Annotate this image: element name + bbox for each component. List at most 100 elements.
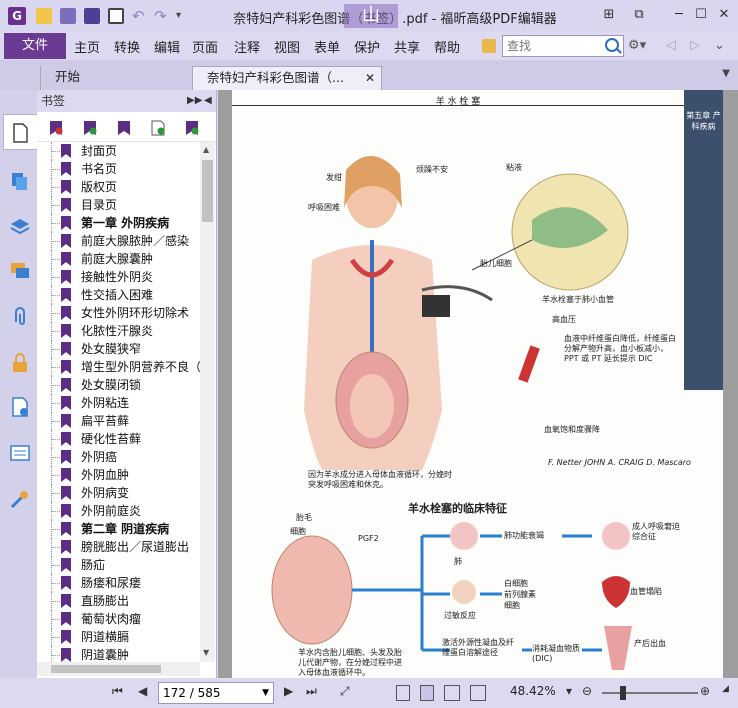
scroll-down-icon[interactable]: ▼	[203, 648, 209, 657]
page-number-field[interactable]: 172 / 585 ▼	[158, 682, 274, 704]
panel-collapse-icon[interactable]: ◀	[204, 90, 212, 112]
security-lock-icon[interactable]	[9, 352, 31, 374]
bookmark-item[interactable]: 膀胱膨出／尿道膨出	[37, 538, 200, 556]
app-logo-icon[interactable]: G	[8, 7, 26, 25]
comments-panel-icon[interactable]	[9, 260, 31, 282]
delete-bookmark-icon[interactable]	[49, 120, 63, 136]
page-dropdown-icon[interactable]: ▼	[262, 683, 269, 703]
save-icon[interactable]	[60, 8, 76, 24]
bookmark-item[interactable]: 肠疝	[37, 556, 200, 574]
bookmark-item[interactable]: 目录页	[37, 196, 200, 214]
menu-edit[interactable]: 编辑	[154, 37, 180, 56]
signatures-panel-icon[interactable]	[9, 396, 31, 418]
find-tool-icon[interactable]	[482, 39, 496, 53]
attachments-panel-icon[interactable]	[9, 306, 31, 328]
previous-page-icon[interactable]: ◀	[138, 684, 147, 698]
minimize-icon[interactable]: ─	[668, 5, 690, 25]
bookmark-item[interactable]: 阴道横膈	[37, 628, 200, 646]
status-bar-options-icon[interactable]: ◢	[722, 684, 729, 694]
bookmark-item[interactable]: 扁平苔藓	[37, 412, 200, 430]
search-input[interactable]	[503, 36, 599, 56]
bookmark-item[interactable]: 增生型外阴营养不良（	[37, 358, 200, 376]
tag-panel-icon[interactable]	[9, 488, 31, 510]
pdf-page[interactable]: 羊 水 栓 塞 第五章 产科疾病 发绀 烦躁不安 呼吸困难 粘液 胎儿细胞 羊水…	[232, 90, 723, 678]
bookmark-item[interactable]: 肠瘘和尿瘘	[37, 574, 200, 592]
bookmark-item[interactable]: 封面页	[37, 142, 200, 160]
menu-protect[interactable]: 保护	[354, 37, 380, 56]
bookmark-item[interactable]: 前庭大腺脓肿／感染	[37, 232, 200, 250]
menu-page[interactable]: 页面	[192, 37, 218, 56]
restore-icon[interactable]: ⧉	[628, 5, 650, 25]
bookmark-item[interactable]: 化脓性汗腺炎	[37, 322, 200, 340]
menu-convert[interactable]: 转换	[114, 37, 140, 56]
bookmark-options-icon[interactable]	[185, 120, 199, 136]
bookmark-item[interactable]: 接触性外阴炎	[37, 268, 200, 286]
zoom-in-icon[interactable]: ⊕	[700, 684, 710, 698]
bookmark-scroll-thumb[interactable]	[202, 160, 213, 222]
print-icon[interactable]	[108, 8, 124, 24]
zoom-out-icon[interactable]: ⊖	[582, 684, 592, 698]
new-bookmark-from-page-icon[interactable]	[151, 120, 165, 136]
pages-panel-icon[interactable]	[9, 170, 31, 192]
bookmark-item[interactable]: 阴道囊肿	[37, 646, 200, 662]
open-icon[interactable]	[36, 8, 52, 24]
tab-start[interactable]: 开始	[40, 66, 190, 90]
bookmark-item[interactable]: 前庭大腺囊肿	[37, 250, 200, 268]
bookmark-item[interactable]: 硬化性苔藓	[37, 430, 200, 448]
zoom-level[interactable]: 48.42%	[510, 684, 556, 698]
tab-document[interactable]: 奈特妇产科彩色图谱（... ✕	[192, 66, 382, 90]
menu-home[interactable]: 主页	[74, 37, 100, 56]
quick-access-dropdown-icon[interactable]: ▾	[176, 8, 192, 24]
back-arrow-icon[interactable]: ◁	[666, 38, 676, 53]
undo-icon[interactable]: ↶	[132, 8, 148, 24]
redo-icon[interactable]: ↷	[154, 8, 170, 24]
tab-close-icon[interactable]: ✕	[365, 67, 375, 89]
file-menu-button[interactable]: 文件	[4, 33, 66, 59]
bookmark-item[interactable]: 处女膜狭窄	[37, 340, 200, 358]
bookmark-item[interactable]: 外阴粘连	[37, 394, 200, 412]
menu-help[interactable]: 帮助	[434, 37, 460, 56]
bookmark-item[interactable]: 外阴病变	[37, 484, 200, 502]
bookmark-item[interactable]: 女性外阴环形切除术	[37, 304, 200, 322]
panel-expand-icon[interactable]: ▶▶	[187, 90, 202, 112]
layers-panel-icon[interactable]	[9, 216, 31, 238]
search-box[interactable]	[502, 35, 624, 57]
bookmark-item[interactable]: 版权页	[37, 178, 200, 196]
tab-list-dropdown-icon[interactable]: ▼	[722, 68, 730, 79]
bookmark-item[interactable]: 第二章 阴道疾病	[37, 520, 200, 538]
continuous-view-icon[interactable]	[420, 685, 434, 701]
bookmark-item[interactable]: 第一章 外阴疾病	[37, 214, 200, 232]
scroll-up-icon[interactable]: ▲	[203, 145, 209, 154]
forward-arrow-icon[interactable]: ▷	[690, 38, 700, 53]
bookmark-item[interactable]: 书名页	[37, 160, 200, 178]
single-page-view-icon[interactable]	[396, 685, 410, 701]
facing-view-icon[interactable]	[444, 685, 460, 701]
zoom-dropdown-icon[interactable]: ▾	[566, 684, 572, 698]
save-as-icon[interactable]	[84, 8, 100, 24]
menu-form[interactable]: 表单	[314, 37, 340, 56]
bookmark-item[interactable]: 外阴血肿	[37, 466, 200, 484]
close-icon[interactable]: ✕	[713, 5, 735, 25]
bookmark-panel-icon[interactable]	[9, 122, 31, 144]
zoom-slider[interactable]	[602, 692, 698, 694]
zoom-slider-handle[interactable]	[620, 686, 626, 700]
menu-view[interactable]: 视图	[274, 37, 300, 56]
menu-share[interactable]: 共享	[394, 37, 420, 56]
continuous-facing-view-icon[interactable]	[470, 685, 486, 701]
bookmark-item[interactable]: 直肠膨出	[37, 592, 200, 610]
document-view[interactable]: 羊 水 栓 塞 第五章 产科疾病 发绀 烦躁不安 呼吸困难 粘液 胎儿细胞 羊水…	[218, 90, 738, 678]
reflow-icon[interactable]: ⤢	[340, 684, 350, 699]
maximize-icon[interactable]: ☐	[690, 5, 712, 25]
bookmark-horizontal-scrollbar[interactable]	[37, 662, 200, 676]
bookmark-item[interactable]: 外阴癌	[37, 448, 200, 466]
add-bookmark-icon[interactable]	[83, 120, 97, 136]
layout-icon[interactable]: ⊞	[598, 5, 620, 25]
bookmark-item[interactable]: 性交插入困难	[37, 286, 200, 304]
first-page-icon[interactable]: ⏮	[112, 684, 123, 699]
bookmark-hscroll-thumb[interactable]	[51, 665, 161, 673]
search-icon[interactable]	[605, 38, 619, 52]
bookmark-vertical-scrollbar[interactable]: ▲ ▼	[200, 142, 215, 662]
ribbon-collapse-icon[interactable]: ⌄	[714, 38, 725, 53]
bookmark-item[interactable]: 外阴前庭炎	[37, 502, 200, 520]
content-panel-icon[interactable]	[9, 442, 31, 464]
